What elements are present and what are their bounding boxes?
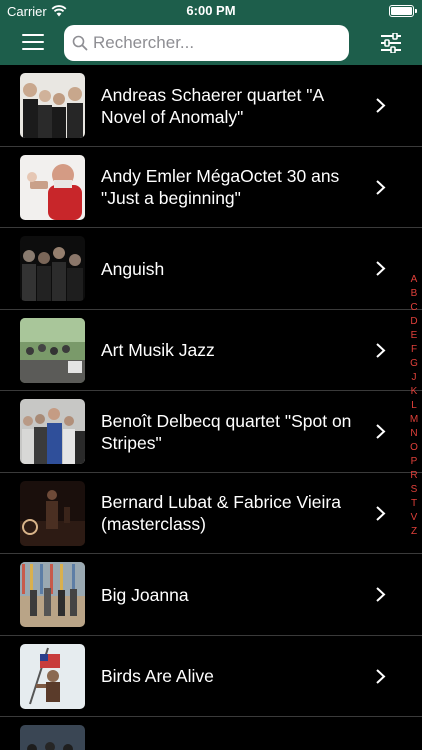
chevron-right-icon [376, 342, 386, 358]
search-input[interactable] [93, 25, 338, 61]
battery-icon [389, 5, 417, 17]
list-item[interactable]: Anguish [0, 228, 422, 310]
list-item[interactable]: Art Musik Jazz [0, 310, 422, 391]
search-icon [72, 35, 88, 51]
section-index-letter[interactable]: A [407, 273, 421, 287]
clock: 6:00 PM [186, 3, 236, 18]
section-index-letter[interactable]: F [407, 343, 421, 357]
chevron-right-icon [376, 261, 386, 276]
top-bar: Carrier 6:00 PM [0, 0, 422, 65]
chevron-right-icon [376, 587, 386, 602]
list-item[interactable]: Andy Emler MégaOctet 30 ans "Just a begi… [0, 147, 422, 228]
section-index-letter[interactable]: Z [407, 525, 421, 539]
item-title: Andreas Schaerer quartet "A Novel of Ano… [101, 84, 324, 127]
section-index-letter[interactable]: G [407, 357, 421, 371]
item-title: Art Musik Jazz [101, 340, 215, 360]
item-title: Big Joanna [101, 584, 189, 605]
list-item[interactable]: Andreas Schaerer quartet "A Novel of Ano… [0, 65, 422, 147]
section-index-letter[interactable]: D [407, 315, 421, 329]
section-index-letter[interactable]: N [407, 427, 421, 441]
section-index-letter[interactable]: O [407, 441, 421, 455]
chevron-right-icon [376, 98, 386, 113]
item-title: Bernard Lubat & Fabrice Vieira (mastercl… [101, 492, 341, 534]
section-index[interactable]: ABCDEFGJKLMNOPRSTVZ [407, 273, 421, 539]
search-bar[interactable] [64, 25, 349, 61]
hamburger-menu-icon [22, 34, 44, 36]
chevron-right-icon [376, 505, 386, 521]
thumbnail-image [20, 480, 85, 546]
section-index-letter[interactable]: P [407, 455, 421, 469]
section-index-letter[interactable]: C [407, 301, 421, 315]
list-item[interactable]: Birds Are Alive [0, 636, 422, 717]
thumbnail-image [20, 399, 85, 464]
item-title: Birds Are Alive [101, 666, 214, 686]
section-index-letter[interactable]: J [407, 371, 421, 385]
concert-list: Andreas Schaerer quartet "A Novel of Ano… [0, 65, 422, 750]
list-item[interactable]: Bernard Lubat & Fabrice Vieira (mastercl… [0, 473, 422, 554]
list-item[interactable]: Big Joanna [0, 554, 422, 636]
thumbnail-image [20, 643, 85, 709]
section-index-letter[interactable]: L [407, 399, 421, 413]
thumbnail-image [20, 73, 85, 138]
section-index-letter[interactable]: M [407, 413, 421, 427]
thumbnail-image [20, 317, 85, 383]
item-title: Benoît Delbecq quartet "Spot on Stripes" [101, 410, 352, 453]
section-index-letter[interactable]: S [407, 483, 421, 497]
list-item[interactable]: Benoît Delbecq quartet "Spot on Stripes" [0, 391, 422, 473]
status-bar: Carrier 6:00 PM [0, 0, 422, 22]
section-index-letter[interactable]: R [407, 469, 421, 483]
item-title: Andy Emler MégaOctet 30 ans "Just a begi… [101, 166, 340, 208]
chevron-right-icon [376, 179, 386, 195]
list-item[interactable] [0, 717, 422, 750]
thumbnail-image [20, 562, 85, 627]
chevron-right-icon [376, 424, 386, 439]
chevron-right-icon [376, 668, 386, 684]
item-title: Anguish [101, 258, 165, 279]
thumbnail-image [20, 154, 85, 220]
menu-button[interactable] [22, 34, 44, 52]
thumbnail-image [20, 725, 85, 750]
section-index-letter[interactable]: B [407, 287, 421, 301]
navigation-bar [0, 22, 422, 65]
section-index-letter[interactable]: K [407, 385, 421, 399]
thumbnail-image [20, 236, 85, 301]
sliders-icon[interactable] [380, 33, 402, 53]
section-index-letter[interactable]: T [407, 497, 421, 511]
section-index-letter[interactable]: E [407, 329, 421, 343]
section-index-letter[interactable]: V [407, 511, 421, 525]
